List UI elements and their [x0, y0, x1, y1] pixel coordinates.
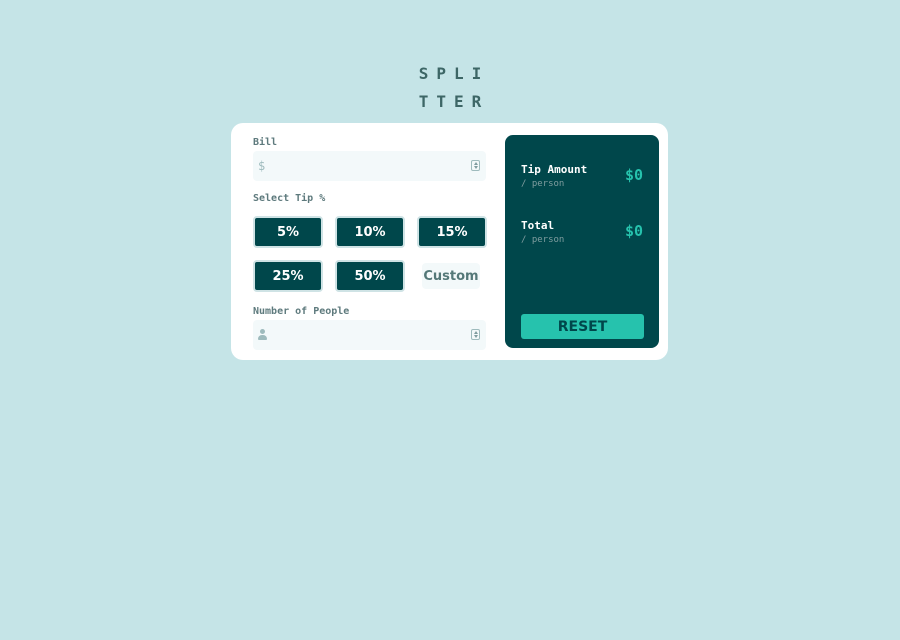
person-icon: [258, 329, 267, 341]
people-field: [253, 320, 486, 350]
tip-label: Select Tip %: [253, 193, 326, 204]
bill-label: Bill: [253, 137, 278, 148]
tip-15-button[interactable]: 15%: [417, 216, 487, 248]
tip-25-button[interactable]: 25%: [253, 260, 323, 292]
tip-amount-label: Tip Amount: [521, 163, 588, 176]
total-sub: / person: [521, 235, 565, 245]
bill-spinner[interactable]: [471, 160, 480, 171]
reset-button[interactable]: RESET: [521, 314, 644, 339]
tip-50-button[interactable]: 50%: [335, 260, 405, 292]
tip-10-button[interactable]: 10%: [335, 216, 405, 248]
logo-line-1: SPLI: [418, 64, 490, 83]
people-input[interactable]: [271, 320, 466, 350]
app-logo: SPLI TTER: [0, 60, 900, 116]
results-panel: Tip Amount / person $0 Total / person $0…: [505, 135, 659, 348]
total-label: Total: [521, 219, 555, 232]
bill-field: $: [253, 151, 486, 181]
people-spinner[interactable]: [471, 329, 480, 340]
calculator-card: Bill $ Select Tip % 5% 10% 15% 25% 50% N…: [231, 123, 668, 360]
bill-input[interactable]: [271, 151, 466, 181]
tip-amount-value: $0: [624, 166, 643, 184]
total-value: $0: [624, 222, 643, 240]
people-label: Number of People: [253, 306, 350, 317]
dollar-icon: $: [258, 159, 266, 173]
tip-amount-sub: / person: [521, 179, 565, 189]
tip-5-button[interactable]: 5%: [253, 216, 323, 248]
tip-custom-input[interactable]: [422, 263, 480, 289]
logo-line-2: TTER: [418, 92, 490, 111]
